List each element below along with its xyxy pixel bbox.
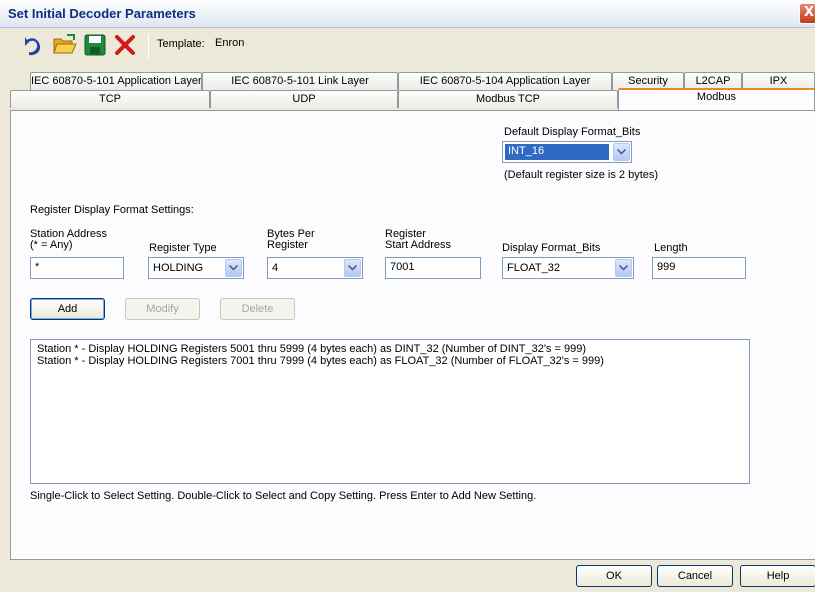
tab-modbus[interactable]: Modbus — [618, 88, 815, 110]
default-format-label: Default Display Format_Bits — [504, 126, 641, 138]
window-title: Set Initial Decoder Parameters — [8, 6, 196, 21]
register-type-value: HOLDING — [153, 262, 204, 274]
display-format-select[interactable]: FLOAT_32 — [502, 257, 634, 279]
list-item[interactable]: Station * - Display HOLDING Registers 70… — [37, 355, 743, 367]
close-button[interactable]: X — [799, 3, 815, 24]
chevron-down-icon[interactable] — [344, 259, 361, 277]
ok-button[interactable]: OK — [576, 565, 652, 587]
delete-button[interactable]: Delete — [220, 298, 295, 320]
default-format-select[interactable]: INT_16 — [502, 141, 632, 163]
save-icon — [84, 34, 106, 59]
settings-hint: Single-Click to Select Setting. Double-C… — [30, 490, 537, 502]
station-address-hint: (* = Any) — [30, 239, 73, 251]
register-start-label-2: Start Address — [385, 239, 452, 251]
tab-modbus-tcp[interactable]: Modbus TCP — [398, 90, 618, 108]
window-left-edge — [0, 68, 10, 560]
toolbar-separator — [148, 34, 149, 60]
cancel-button[interactable]: Cancel — [657, 565, 733, 587]
settings-list[interactable]: Station * - Display HOLDING Registers 50… — [30, 339, 750, 484]
length-input[interactable]: 999 — [652, 257, 746, 279]
tab-iec101-application[interactable]: IEC 60870-5-101 Application Layer — [30, 72, 202, 90]
undo-button[interactable] — [16, 31, 46, 61]
tab-tcp[interactable]: TCP — [10, 90, 210, 108]
length-label: Length — [654, 242, 688, 254]
title-bar: Set Initial Decoder Parameters X — [0, 0, 815, 28]
bytes-per-register-value: 4 — [272, 262, 279, 274]
default-format-note: (Default register size is 2 bytes) — [504, 169, 659, 181]
register-settings-heading: Register Display Format Settings: — [30, 204, 194, 216]
display-format-value: FLOAT_32 — [507, 262, 560, 274]
template-label: Template: — [157, 38, 205, 50]
chevron-down-icon[interactable] — [615, 259, 632, 277]
tab-udp[interactable]: UDP — [210, 90, 398, 108]
template-value: Enron — [215, 37, 245, 49]
help-button[interactable]: Help — [740, 565, 815, 587]
bytes-per-register-label-2: Register — [267, 239, 308, 251]
station-address-input[interactable]: * — [30, 257, 124, 279]
chevron-down-icon[interactable] — [613, 143, 630, 161]
dialog-button-bar: OK Cancel Help — [0, 560, 815, 592]
tab-iec101-link[interactable]: IEC 60870-5-101 Link Layer — [202, 72, 398, 90]
register-start-input[interactable]: 7001 — [385, 257, 481, 279]
toolbar: Template: Enron — [0, 28, 815, 68]
bytes-per-register-select[interactable]: 4 — [267, 257, 363, 279]
add-button[interactable]: Add — [30, 298, 105, 320]
open-folder-icon — [52, 33, 78, 60]
display-format-label: Display Format_Bits — [502, 242, 601, 254]
register-type-select[interactable]: HOLDING — [148, 257, 244, 279]
default-format-value: INT_16 — [505, 144, 609, 160]
modify-button[interactable]: Modify — [125, 298, 200, 320]
chevron-down-icon[interactable] — [225, 259, 242, 277]
tab-iec104-application[interactable]: IEC 60870-5-104 Application Layer — [398, 72, 612, 90]
open-button[interactable] — [50, 31, 80, 61]
list-item[interactable]: Station * - Display HOLDING Registers 50… — [37, 343, 743, 355]
undo-icon — [19, 33, 43, 60]
modbus-panel: Default Display Format_Bits INT_16 (Defa… — [10, 110, 815, 560]
save-button[interactable] — [80, 31, 110, 61]
delete-template-button[interactable] — [110, 31, 140, 61]
delete-icon — [114, 34, 136, 59]
register-type-label: Register Type — [149, 242, 217, 254]
